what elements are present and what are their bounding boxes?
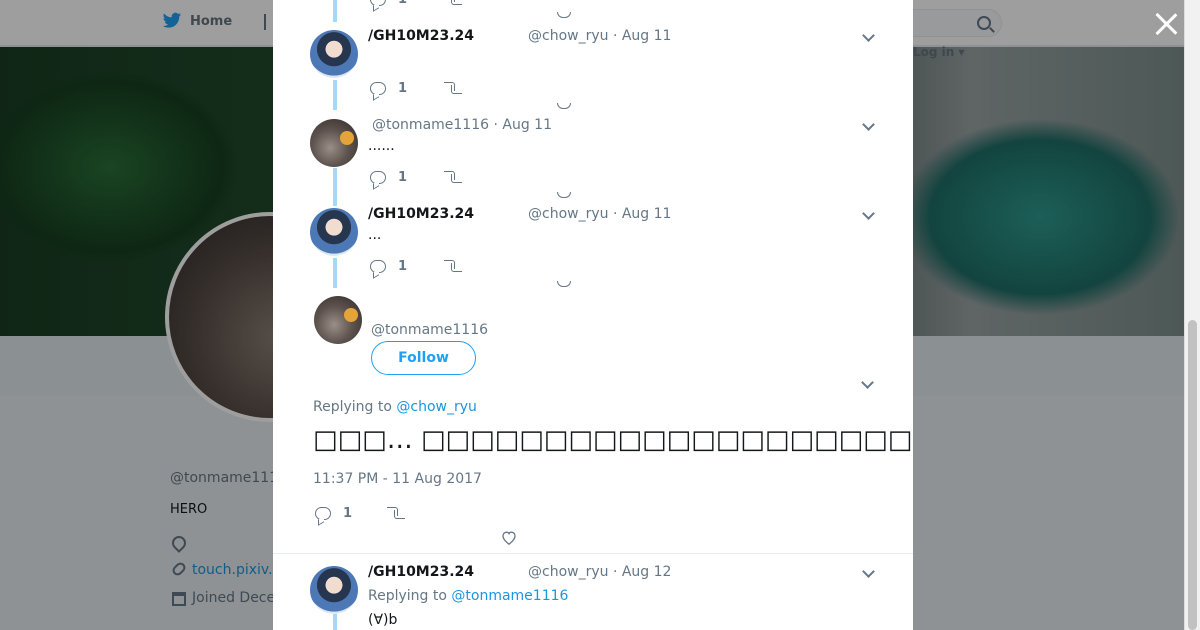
- main-tweet-text: □□□… □□□□□□□□□□□□□□□□□□□□□□□□□□□□□□□□□□□…: [313, 425, 913, 455]
- reply-icon[interactable]: [370, 259, 386, 273]
- thread-connector: [333, 0, 337, 22]
- reply-count: 1: [398, 169, 408, 185]
- retweet-icon[interactable]: [444, 0, 462, 5]
- chevron-down-icon[interactable]: [861, 30, 875, 44]
- like-icon[interactable]: [557, 12, 571, 18]
- tweet-date[interactable]: Aug 11: [622, 206, 672, 222]
- main-tweet-handle[interactable]: @tonmame1116: [371, 322, 488, 338]
- retweet-icon[interactable]: [444, 171, 462, 183]
- separator: ·: [612, 564, 618, 580]
- like-icon[interactable]: [557, 281, 571, 287]
- tweet-date[interactable]: Aug 12: [622, 564, 672, 580]
- thread-connector: [333, 80, 337, 110]
- avatar[interactable]: [310, 566, 358, 614]
- reply-icon[interactable]: [370, 170, 386, 184]
- chevron-down-icon[interactable]: [861, 119, 875, 133]
- tweet-text: ...: [368, 227, 382, 243]
- avatar[interactable]: [310, 30, 358, 78]
- like-icon[interactable]: [557, 103, 571, 109]
- tweet-author-name[interactable]: /GH10M23.24: [368, 564, 474, 580]
- tweet-date[interactable]: Aug 11: [622, 28, 672, 44]
- handle-text: @chow_ryu: [528, 28, 609, 44]
- tweet-author-name[interactable]: /GH10M23.24: [368, 206, 474, 222]
- tweet-permalink-modal: 1 /GH10M23.24 @chow_ryu · Aug 11 1 @tonm…: [273, 0, 913, 630]
- tweet-author-handle[interactable]: @chow_ryu · Aug 12: [528, 564, 671, 580]
- replying-to-label: Replying to @tonmame1116: [368, 588, 568, 604]
- close-icon[interactable]: [1154, 12, 1178, 36]
- like-icon[interactable]: [557, 192, 571, 198]
- tweet-date[interactable]: Aug 11: [502, 117, 552, 133]
- reply-count: 1: [343, 505, 353, 521]
- replying-to-label: Replying to @chow_ryu: [313, 399, 477, 415]
- follow-button[interactable]: Follow: [371, 341, 476, 375]
- avatar[interactable]: [310, 119, 358, 167]
- reply-count: 1: [398, 258, 408, 274]
- tweet-author-name[interactable]: /GH10M23.24: [368, 28, 474, 44]
- chevron-down-icon[interactable]: [861, 208, 875, 222]
- thread-connector: [333, 168, 337, 206]
- reply-count: 1: [398, 0, 444, 7]
- thread-connector: [333, 614, 337, 630]
- retweet-icon[interactable]: [387, 507, 405, 519]
- thread-connector: [333, 258, 337, 288]
- separator: ·: [493, 117, 498, 133]
- scrollbar-thumb[interactable]: [1188, 320, 1197, 630]
- page-scrollbar[interactable]: [1184, 0, 1200, 630]
- reply-count: 1: [398, 80, 408, 96]
- main-tweet-timestamp[interactable]: 11:37 PM - 11 Aug 2017: [313, 471, 482, 487]
- chevron-down-icon[interactable]: [860, 377, 874, 391]
- tweet-author-handle[interactable]: @tonmame1116 · Aug 11: [372, 117, 552, 133]
- handle-text: @tonmame1116: [372, 117, 490, 133]
- tweet-text: ......: [368, 138, 395, 154]
- separator: ·: [612, 206, 618, 222]
- divider: [273, 553, 913, 554]
- main-tweet-actions: 1: [315, 504, 405, 522]
- separator: ·: [612, 28, 618, 44]
- heart-icon[interactable]: [501, 530, 517, 545]
- reply-icon[interactable]: [370, 81, 386, 95]
- main-tweet-avatar[interactable]: [314, 296, 362, 344]
- replying-prefix: Replying to: [368, 588, 447, 604]
- reply-icon[interactable]: [315, 506, 331, 520]
- tweet-author-handle[interactable]: @chow_ryu · Aug 11: [528, 206, 671, 222]
- retweet-icon[interactable]: [444, 82, 462, 94]
- handle-text: @chow_ryu: [528, 206, 609, 222]
- retweet-icon[interactable]: [444, 260, 462, 272]
- reply-icon[interactable]: [370, 0, 386, 6]
- replying-prefix: Replying to: [313, 399, 392, 415]
- chevron-down-icon[interactable]: [861, 566, 875, 580]
- tweet-text: (∀)b: [368, 612, 398, 628]
- handle-text: @chow_ryu: [528, 564, 609, 580]
- replying-to-link[interactable]: @tonmame1116: [451, 588, 568, 604]
- replying-to-link[interactable]: @chow_ryu: [396, 399, 477, 415]
- tweet-author-handle[interactable]: @chow_ryu · Aug 11: [528, 28, 671, 44]
- avatar[interactable]: [310, 208, 358, 256]
